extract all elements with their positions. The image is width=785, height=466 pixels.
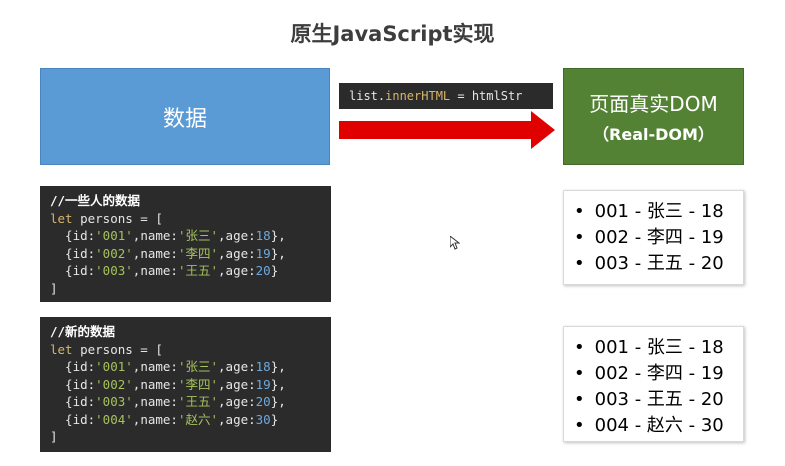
code-close: ] <box>50 280 58 296</box>
arrow-shape <box>339 111 555 149</box>
code-token-age: 19 <box>255 245 271 261</box>
code-row: {id:'002',name:'李四',age:19}, <box>50 245 321 263</box>
code-token-d: }, <box>270 245 286 261</box>
code-token-id: '001' <box>95 359 133 374</box>
code-token-c: ,age: <box>218 245 256 261</box>
list-item: 001 - 张三 - 18 <box>574 199 743 225</box>
list-item: 001 - 张三 - 18 <box>574 335 743 361</box>
code-token-b: ,name: <box>132 411 178 427</box>
person-list: 001 - 张三 - 18002 - 李四 - 19003 - 王五 - 200… <box>574 335 743 439</box>
code-token-b: ,name: <box>132 359 178 374</box>
code-block-new: //新的数据 let persons = [ {id:'001',name:'张… <box>40 317 331 452</box>
code-token-c: ,age: <box>218 394 256 409</box>
code-token-id: '003' <box>95 394 133 409</box>
code-comment: //一些人的数据 <box>50 193 141 208</box>
code-token-d: } <box>270 263 279 278</box>
code-token-name: '王五' <box>177 263 219 278</box>
code-token-c: ,age: <box>218 359 256 374</box>
rendered-list-original: 001 - 张三 - 18002 - 李四 - 19003 - 王五 - 20 <box>563 190 744 285</box>
page-title: 原生JavaScript实现 <box>290 22 495 46</box>
rendered-list-new: 001 - 张三 - 18002 - 李四 - 19003 - 王五 - 200… <box>563 326 744 442</box>
code-token-age: 19 <box>255 376 271 392</box>
code-token-c: ,age: <box>218 376 256 392</box>
code-token-id: '004' <box>95 411 133 427</box>
code-label-suffix: = htmlStr <box>450 89 523 103</box>
code-token-b: ,name: <box>132 394 178 409</box>
mouse-cursor-icon <box>450 236 460 250</box>
code-declaration: let persons = [ <box>50 210 321 228</box>
code-token-age: 20 <box>255 394 271 409</box>
code-token-d: }, <box>270 394 286 409</box>
code-token-id: '003' <box>95 263 133 278</box>
code-token-age: 18 <box>255 359 271 374</box>
code-token-b: ,name: <box>132 376 178 392</box>
code-block-original: //一些人的数据 let persons = [ {id:'001',name:… <box>40 186 331 302</box>
code-row: {id:'001',name:'张三',age:18}, <box>50 358 321 376</box>
code-label-prefix: list. <box>349 89 386 103</box>
data-box: 数据 <box>40 68 330 165</box>
list-item: 002 - 李四 - 19 <box>574 225 743 251</box>
code-keyword: let <box>50 210 73 226</box>
code-row: {id:'002',name:'李四',age:19}, <box>50 376 321 394</box>
code-decl: persons = [ <box>72 210 163 226</box>
code-decl: persons = [ <box>72 341 163 357</box>
code-declaration: let persons = [ <box>50 341 321 359</box>
code-row: {id:'003',name:'王五',age:20}, <box>50 393 321 411</box>
code-row: {id:'004',name:'赵六',age:30} <box>50 411 321 429</box>
code-token-age: 18 <box>255 228 271 243</box>
real-dom-box: 页面真实DOM （Real-DOM） <box>563 68 744 165</box>
code-token-age: 20 <box>255 263 271 278</box>
list-item: 004 - 赵六 - 30 <box>574 413 743 439</box>
code-token-name: '张三' <box>177 228 219 243</box>
code-token-name: '王五' <box>177 394 219 409</box>
code-token-b: ,name: <box>132 263 178 278</box>
list-item: 003 - 王五 - 20 <box>574 251 743 277</box>
code-token-a: {id: <box>50 411 96 427</box>
code-row: {id:'001',name:'张三',age:18}, <box>50 227 321 245</box>
code-token-a: {id: <box>50 245 96 261</box>
code-token-id: '002' <box>95 245 133 261</box>
code-row: {id:'003',name:'王五',age:20} <box>50 262 321 280</box>
code-token-name: '张三' <box>177 359 219 374</box>
code-token-a: {id: <box>50 394 96 409</box>
code-token-c: ,age: <box>218 263 256 278</box>
real-dom-title: 页面真实DOM <box>589 92 718 116</box>
code-rows: {id:'001',name:'张三',age:18}, {id:'002',n… <box>50 227 321 280</box>
code-rows: {id:'001',name:'张三',age:18}, {id:'002',n… <box>50 358 321 428</box>
code-token-d: } <box>270 411 279 427</box>
real-dom-subtitle: （Real-DOM） <box>593 125 714 144</box>
code-token-a: {id: <box>50 228 96 243</box>
code-token-id: '002' <box>95 376 133 392</box>
code-token-d: }, <box>270 376 286 392</box>
code-token-name: '赵六' <box>177 411 219 427</box>
code-token-name: '李四' <box>177 245 219 261</box>
code-close: ] <box>50 429 58 444</box>
inner-html-code-label: list. innerHTML = htmlStr <box>339 83 553 109</box>
code-token-d: }, <box>270 359 286 374</box>
code-token-a: {id: <box>50 376 96 392</box>
code-token-age: 30 <box>255 411 271 427</box>
person-list: 001 - 张三 - 18002 - 李四 - 19003 - 王五 - 20 <box>574 199 743 277</box>
code-token-a: {id: <box>50 359 96 374</box>
code-token-c: ,age: <box>218 228 256 243</box>
code-comment: //新的数据 <box>50 324 116 339</box>
right-arrow-icon <box>339 111 555 149</box>
data-box-label: 数据 <box>162 106 207 132</box>
list-item: 002 - 李四 - 19 <box>574 361 743 387</box>
code-token-c: ,age: <box>218 411 256 427</box>
code-token-a: {id: <box>50 263 96 278</box>
code-label-prop: innerHTML <box>385 89 451 103</box>
code-token-b: ,name: <box>132 228 178 243</box>
code-token-b: ,name: <box>132 245 178 261</box>
code-token-d: }, <box>270 228 286 243</box>
list-item: 003 - 王五 - 20 <box>574 387 743 413</box>
code-keyword: let <box>50 341 73 357</box>
code-token-name: '李四' <box>177 376 219 392</box>
code-token-id: '001' <box>95 228 133 243</box>
